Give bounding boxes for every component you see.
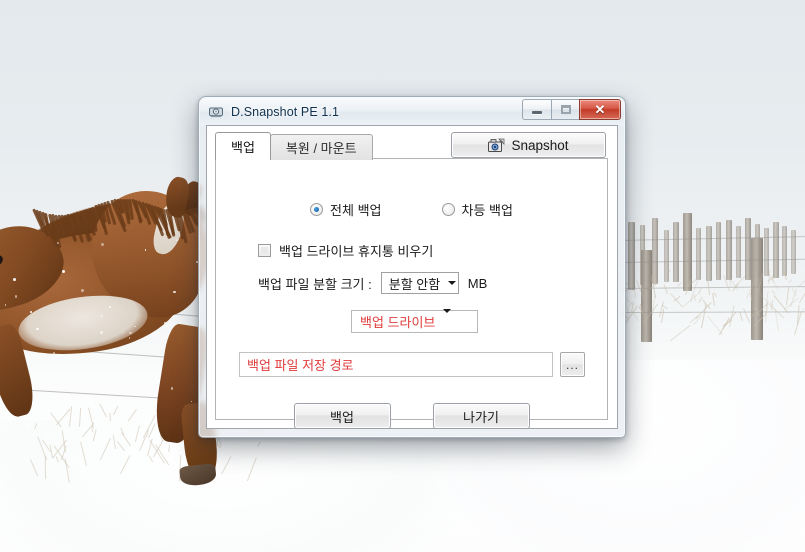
backup-button[interactable]: 백업 xyxy=(294,403,391,429)
minimize-button[interactable] xyxy=(522,99,551,120)
split-size-row: 백업 파일 분할 크기 : 분할 안함 MB xyxy=(258,272,487,294)
dialog-button-row: 백업 나가기 xyxy=(216,403,607,429)
split-size-label: 백업 파일 분할 크기 : xyxy=(258,274,372,293)
radio-full-backup-label: 전체 백업 xyxy=(330,200,381,219)
checkbox-indicator xyxy=(258,244,271,257)
snapshot-button[interactable]: Snapshot xyxy=(451,132,606,158)
tab-backup[interactable]: 백업 xyxy=(215,132,271,160)
radio-differential-backup[interactable]: 차등 백업 xyxy=(442,200,513,219)
application-window[interactable]: D.Snapshot PE 1.1 ✕ 백업 복원 / 마운트 Snapshot… xyxy=(198,96,626,438)
save-path-row: 백업 파일 저장 경로 ... xyxy=(239,352,585,377)
radio-full-backup-indicator xyxy=(310,203,323,216)
tab-restore-mount-label: 복원 / 마운트 xyxy=(286,138,357,157)
window-controls: ✕ xyxy=(522,99,621,120)
empty-recycle-bin-checkbox[interactable]: 백업 드라이브 휴지통 비우기 xyxy=(258,241,433,260)
tab-restore-mount[interactable]: 복원 / 마운트 xyxy=(270,134,373,160)
maximize-button[interactable] xyxy=(551,99,580,120)
snapshot-button-label: Snapshot xyxy=(511,138,568,153)
title-bar[interactable]: D.Snapshot PE 1.1 ✕ xyxy=(200,98,624,125)
radio-full-backup[interactable]: 전체 백업 xyxy=(310,200,381,219)
close-icon: ✕ xyxy=(595,103,606,116)
radio-differential-backup-indicator xyxy=(442,203,455,216)
empty-recycle-bin-label: 백업 드라이브 휴지통 비우기 xyxy=(279,241,433,260)
tab-backup-label: 백업 xyxy=(231,137,255,156)
radio-differential-backup-label: 차등 백업 xyxy=(462,200,513,219)
disk-drive-icon xyxy=(208,104,224,120)
save-path-input[interactable]: 백업 파일 저장 경로 xyxy=(239,352,553,377)
tab-panel-backup: 전체 백업 차등 백업 백업 드라이브 휴지통 비우기 백업 파일 분할 크기 … xyxy=(215,158,608,420)
chevron-down-icon xyxy=(447,273,458,293)
snapshot-camera-icon xyxy=(488,138,505,153)
exit-button[interactable]: 나가기 xyxy=(433,403,530,429)
client-inner: 백업 복원 / 마운트 Snapshot 전체 백업 차등 백업 백업 드라이브… xyxy=(207,126,617,428)
maximize-icon xyxy=(561,105,571,114)
chevron-down-icon xyxy=(443,313,451,331)
browse-folder-button[interactable]: ... xyxy=(560,352,585,377)
backup-mode-radio-group: 전체 백업 차등 백업 xyxy=(216,200,607,219)
backup-drive-select[interactable]: 백업 드라이브 xyxy=(351,310,478,333)
tab-strip: 백업 복원 / 마운트 xyxy=(215,132,373,160)
split-size-unit: MB xyxy=(468,276,488,291)
window-title: D.Snapshot PE 1.1 xyxy=(231,105,339,119)
split-size-select[interactable]: 분할 안함 xyxy=(381,272,459,294)
backup-drive-value: 백업 드라이브 xyxy=(352,312,443,331)
save-path-value: 백업 파일 저장 경로 xyxy=(247,355,354,374)
horse-hoof xyxy=(179,463,217,487)
split-size-value: 분할 안함 xyxy=(382,274,447,293)
close-button[interactable]: ✕ xyxy=(579,99,621,120)
window-client-area: 백업 복원 / 마운트 Snapshot 전체 백업 차등 백업 백업 드라이브… xyxy=(206,125,618,429)
minimize-icon xyxy=(532,111,542,114)
